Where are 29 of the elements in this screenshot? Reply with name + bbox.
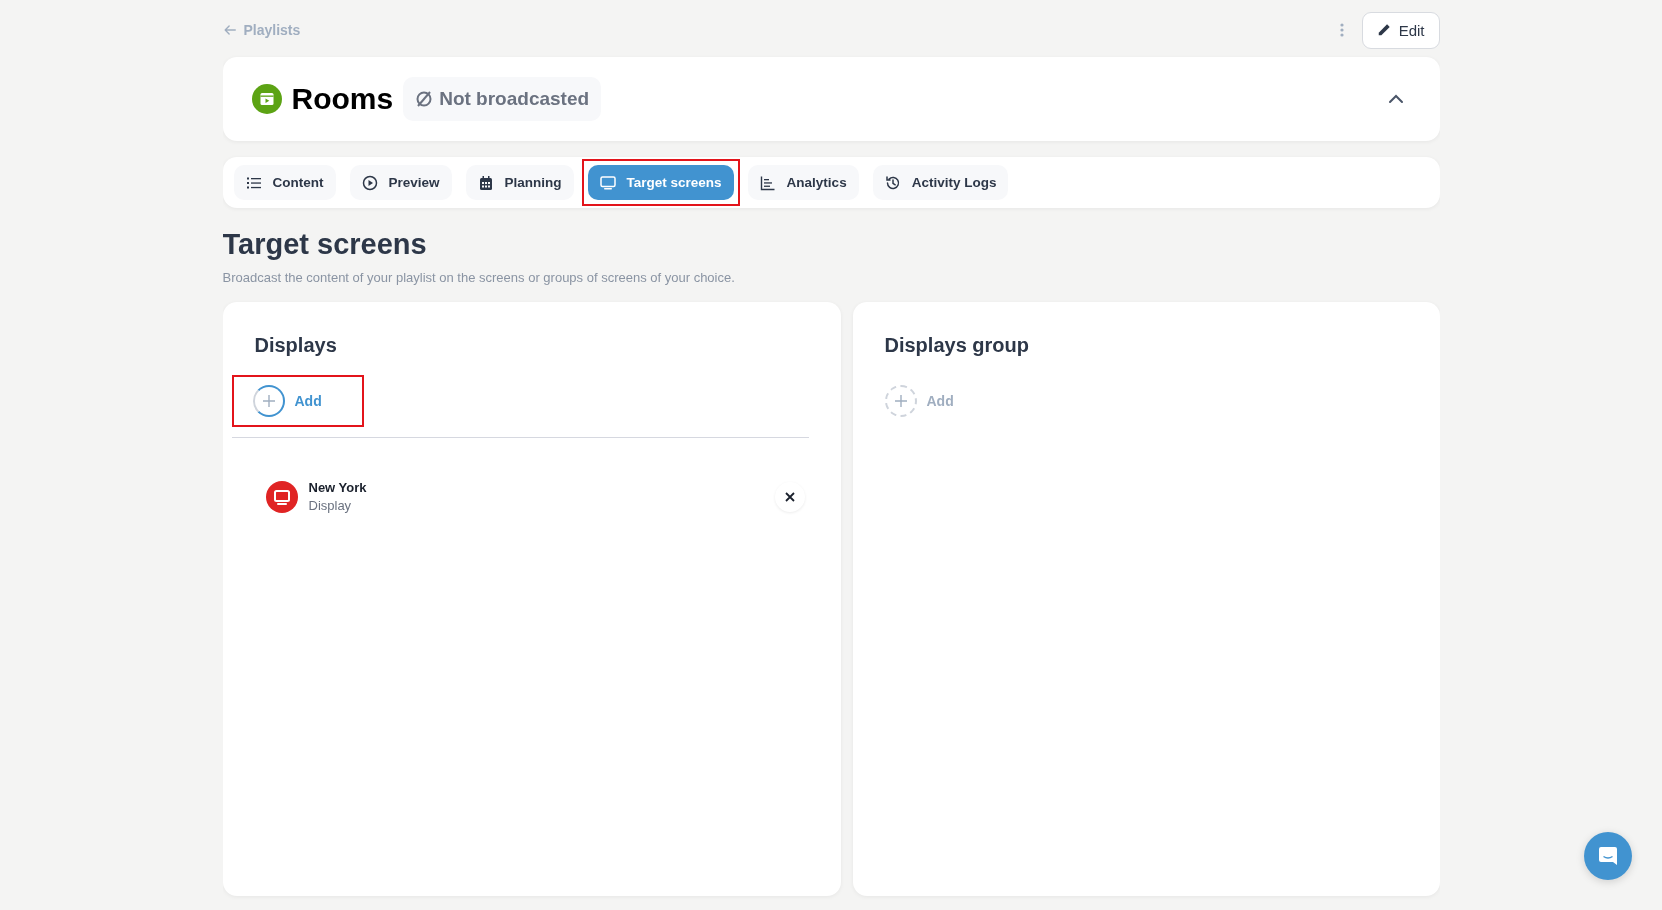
history-icon: [884, 174, 901, 191]
plus-icon: [261, 394, 276, 408]
page-title: Target screens: [222, 228, 428, 261]
page-description: Broadcast the content of your playlist on the screens or groups of screens of your choice.: [222, 270, 736, 285]
bar-chart-icon: [759, 174, 776, 191]
close-icon: [784, 491, 795, 502]
chat-bubble-icon: [1597, 845, 1619, 867]
display-type: Display: [308, 498, 353, 513]
panel-title: Displays: [254, 334, 338, 357]
tab[interactable]: Planning: [465, 165, 574, 200]
monitor-icon: [599, 174, 616, 191]
not-allowed-icon: [415, 90, 434, 108]
tab[interactable]: Preview: [349, 165, 452, 200]
tab[interactable]: Content: [233, 165, 336, 200]
clapperboard-icon: [251, 84, 282, 114]
calendar-icon: [477, 174, 494, 191]
panel-title: Displays group: [884, 334, 1030, 357]
pencil-icon: [1376, 23, 1391, 37]
play-circle-icon: [361, 174, 378, 191]
display-name: New York: [308, 480, 368, 495]
chat-button[interactable]: [1584, 832, 1632, 880]
back-arrow-icon: [222, 23, 237, 37]
playlist-title: Rooms: [291, 82, 394, 116]
edit-button[interactable]: Edit: [1361, 11, 1440, 49]
tab[interactable]: Activity Logs: [872, 165, 1009, 200]
remove-button[interactable]: [774, 481, 805, 512]
tab[interactable]: Analytics: [747, 165, 859, 200]
plus-icon: [893, 394, 908, 408]
status-badge: Not broadcasted: [403, 77, 602, 121]
